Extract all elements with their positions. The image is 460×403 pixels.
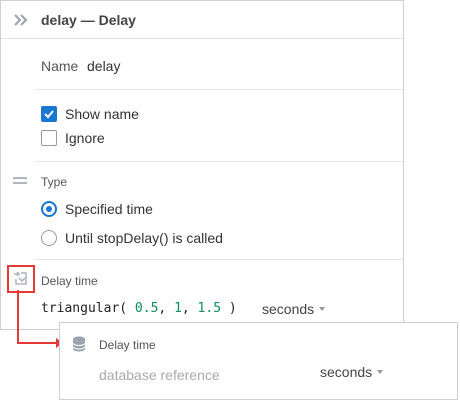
code-arg-a: 0.5 bbox=[134, 301, 159, 316]
name-label: Name bbox=[41, 58, 79, 74]
ignore-label: Ignore bbox=[65, 130, 105, 146]
units-value: seconds bbox=[262, 301, 315, 317]
radio-button[interactable] bbox=[41, 230, 57, 246]
code-arg-b: 1 bbox=[174, 301, 182, 316]
collapse-icon[interactable] bbox=[13, 12, 29, 28]
database-value-popup: Delay time database reference seconds bbox=[59, 322, 458, 400]
checkbox-checked[interactable] bbox=[41, 106, 57, 122]
show-name-label: Show name bbox=[65, 106, 139, 122]
radio-specified-time[interactable]: Specified time bbox=[41, 200, 153, 218]
radio-button-selected[interactable] bbox=[41, 201, 57, 217]
divider bbox=[35, 89, 403, 90]
properties-panel: delay — Delay Name delay Show name Ignor… bbox=[0, 0, 404, 330]
delay-time-label: Delay time bbox=[41, 274, 98, 288]
database-icon bbox=[72, 336, 86, 352]
chevron-down-icon bbox=[319, 307, 326, 311]
divider bbox=[35, 161, 403, 162]
database-reference-field[interactable]: database reference bbox=[99, 367, 220, 383]
drag-handle-icon[interactable] bbox=[13, 177, 27, 185]
name-field[interactable]: delay bbox=[87, 58, 120, 74]
radio-until-stopdelay[interactable]: Until stopDelay() is called bbox=[41, 229, 223, 247]
radio-label: Specified time bbox=[65, 201, 153, 217]
units-value: seconds bbox=[320, 364, 373, 380]
chevron-down-icon bbox=[377, 370, 384, 374]
radio-label: Until stopDelay() is called bbox=[65, 230, 223, 246]
show-name-checkbox[interactable]: Show name bbox=[41, 105, 139, 123]
checkbox-unchecked[interactable] bbox=[41, 130, 57, 146]
checkmark-icon bbox=[44, 110, 54, 119]
code-arg-c: 1.5 bbox=[197, 301, 222, 316]
switch-value-mode-button[interactable] bbox=[7, 265, 35, 293]
type-label: Type bbox=[41, 175, 68, 189]
panel-title: delay — Delay bbox=[41, 12, 136, 28]
delay-units-dropdown[interactable]: seconds bbox=[262, 301, 326, 317]
popup-delay-time-label: Delay time bbox=[99, 338, 156, 352]
switch-to-database-icon bbox=[14, 271, 27, 285]
divider bbox=[35, 259, 403, 260]
ignore-checkbox[interactable]: Ignore bbox=[41, 129, 105, 147]
code-close: ) bbox=[228, 301, 237, 316]
panel-header: delay — Delay bbox=[1, 1, 403, 39]
popup-units-dropdown[interactable]: seconds bbox=[320, 364, 384, 380]
